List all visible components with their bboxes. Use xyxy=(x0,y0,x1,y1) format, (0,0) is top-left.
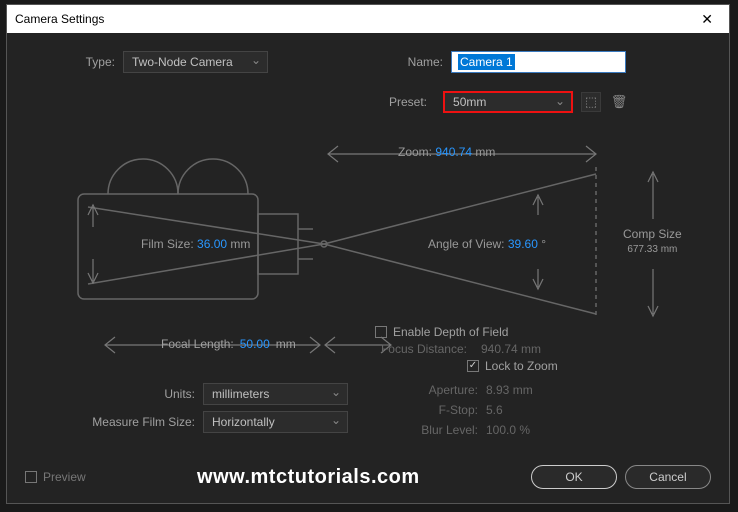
save-preset-icon[interactable]: ⬚ xyxy=(581,92,601,112)
name-input[interactable]: Camera 1 xyxy=(451,51,626,73)
units-select[interactable]: millimeters xyxy=(203,383,348,405)
locktozoom-label: Lock to Zoom xyxy=(485,359,558,373)
enable-dof-label: Enable Depth of Field xyxy=(393,325,508,339)
preset-label: Preset: xyxy=(389,95,427,109)
ok-button[interactable]: OK xyxy=(531,465,617,489)
name-label: Name: xyxy=(398,55,443,69)
dialog-content: Type: Two-Node Camera Name: Camera 1 Pre… xyxy=(7,33,729,503)
type-label: Type: xyxy=(75,55,115,69)
preset-select[interactable]: 50mm xyxy=(443,91,573,113)
name-value: Camera 1 xyxy=(458,54,515,70)
fstop-label: F-Stop: xyxy=(408,403,478,417)
blur-value: 100.0 % xyxy=(486,423,530,437)
cancel-button[interactable]: Cancel xyxy=(625,465,711,489)
focallength-readout: Focal Length: 50.00 mm xyxy=(161,337,296,351)
trash-icon[interactable]: 🗑 xyxy=(609,92,629,112)
close-icon[interactable]: ✕ xyxy=(693,9,721,30)
locktozoom-checkbox[interactable] xyxy=(467,360,479,372)
type-select[interactable]: Two-Node Camera xyxy=(123,51,268,73)
focusdistance-label: Focus Distance: xyxy=(375,342,467,356)
window-title: Camera Settings xyxy=(15,12,104,26)
camera-settings-window: Camera Settings ✕ Type: Two-Node Camera … xyxy=(6,4,730,504)
aperture-value: 8.93 mm xyxy=(486,383,533,397)
titlebar: Camera Settings ✕ xyxy=(7,5,729,33)
preview-checkbox[interactable] xyxy=(25,471,37,483)
filmsize-readout: Film Size: 36.00 mm xyxy=(141,237,250,251)
measure-select[interactable]: Horizontally xyxy=(203,411,348,433)
fstop-value: 5.6 xyxy=(486,403,503,417)
units-label: Units: xyxy=(85,387,195,401)
preview-label: Preview xyxy=(43,470,86,484)
compsize-readout: Comp Size 677.33 mm xyxy=(623,227,682,255)
angleofview-readout: Angle of View: 39.60 ° xyxy=(428,237,546,251)
watermark-text: www.mtctutorials.com xyxy=(197,466,420,489)
camera-diagram: Zoom: 940.74 mm Film Size: 36.00 mm Angl… xyxy=(28,119,708,319)
measure-label: Measure Film Size: xyxy=(85,415,195,429)
focusdistance-value: 940.74 mm xyxy=(481,342,541,356)
blur-label: Blur Level: xyxy=(408,423,478,437)
aperture-label: Aperture: xyxy=(408,383,478,397)
zoom-readout: Zoom: 940.74 mm xyxy=(398,145,495,159)
enable-dof-checkbox[interactable] xyxy=(375,326,387,338)
